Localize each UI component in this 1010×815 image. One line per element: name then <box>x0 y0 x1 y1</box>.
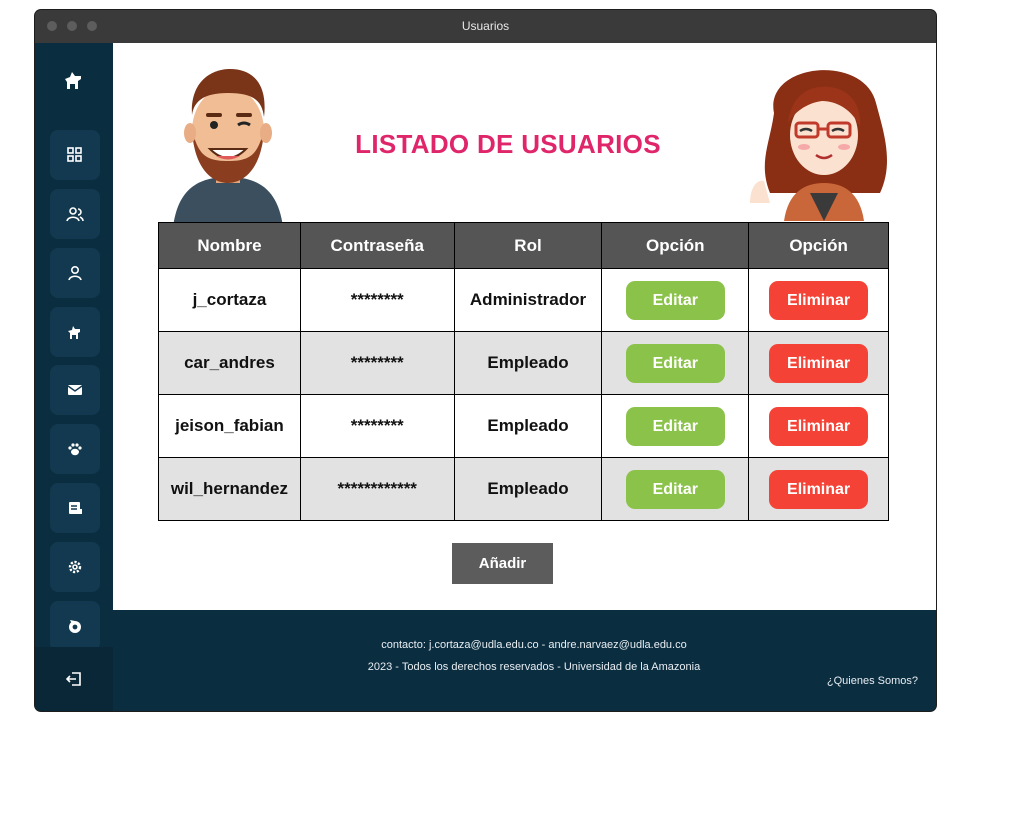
table-row: car_andres ******** Empleado Editar Elim… <box>158 331 889 395</box>
title-bar: Usuarios <box>35 10 936 43</box>
column-header-opcion-editar: Opción <box>601 222 750 269</box>
logout-button[interactable] <box>35 647 113 711</box>
settings-icon <box>68 560 82 574</box>
delete-cell: Eliminar <box>748 331 889 395</box>
edit-cell: Editar <box>601 394 750 458</box>
sidebar-item-dashboard[interactable] <box>50 130 100 180</box>
edit-button[interactable]: Editar <box>625 406 725 446</box>
column-header-contrasena: Contraseña <box>299 222 455 269</box>
sidebar-item-refresh[interactable] <box>50 601 100 651</box>
sidebar-item-pets[interactable] <box>50 307 100 357</box>
edit-button[interactable]: Editar <box>625 469 725 509</box>
sidebar-item-mail[interactable] <box>50 365 100 415</box>
sidebar-item-user[interactable] <box>50 248 100 298</box>
table-row: wil_hernandez ************ Empleado Edit… <box>158 457 889 521</box>
column-header-opcion-eliminar: Opción <box>748 222 889 269</box>
delete-cell: Eliminar <box>748 457 889 521</box>
add-user-button[interactable]: Añadir <box>452 543 553 584</box>
footer-copyright: 2023 - Todos los derechos reservados - U… <box>367 661 701 673</box>
mail-icon <box>67 385 83 395</box>
pet-dog-icon <box>68 326 80 339</box>
refresh-icon <box>69 620 81 633</box>
user-password-cell: ******** <box>299 394 455 458</box>
page-title: LISTADO DE USUARIOS <box>355 129 661 159</box>
user-role-cell: Empleado <box>453 331 603 395</box>
delete-button[interactable]: Eliminar <box>769 469 869 509</box>
user-role-cell: Empleado <box>453 457 603 521</box>
sidebar-item-reports[interactable] <box>50 483 100 533</box>
table-header-row: Nombre Contraseña Rol Opción Opción <box>158 222 889 269</box>
delete-button[interactable]: Eliminar <box>769 343 869 383</box>
main-content: LISTADO DE USUARIOS Nombre Contraseña Ro… <box>113 43 936 610</box>
users-icon <box>66 207 84 222</box>
user-name-cell: car_andres <box>158 331 301 395</box>
user-password-cell: ******** <box>299 331 455 395</box>
footer-contact: contacto: j.cortaza@udla.edu.co - andre.… <box>381 639 687 651</box>
dog-logo-icon[interactable] <box>61 67 87 93</box>
about-us-link[interactable]: ¿Quienes Somos? <box>827 675 918 687</box>
edit-cell: Editar <box>601 331 750 395</box>
edit-button[interactable]: Editar <box>625 343 725 383</box>
user-icon <box>68 265 82 281</box>
user-name-cell: wil_hernandez <box>158 457 301 521</box>
sidebar <box>35 43 113 711</box>
table-row: j_cortaza ******** Administrador Editar … <box>158 268 889 332</box>
logout-icon <box>65 672 81 686</box>
user-password-cell: ************ <box>299 457 455 521</box>
user-role-cell: Empleado <box>453 394 603 458</box>
table-row: jeison_fabian ******** Empleado Editar E… <box>158 394 889 458</box>
delete-cell: Eliminar <box>748 268 889 332</box>
edit-cell: Editar <box>601 268 750 332</box>
sidebar-item-paw[interactable] <box>50 424 100 474</box>
column-header-rol: Rol <box>453 222 603 269</box>
window-title: Usuarios <box>461 19 510 33</box>
edit-button[interactable]: Editar <box>625 280 725 320</box>
user-role-cell: Administrador <box>453 268 603 332</box>
sidebar-item-users[interactable] <box>50 189 100 239</box>
edit-cell: Editar <box>601 457 750 521</box>
app-window: Usuarios LISTADO DE USUARIOS Nombre Cont… <box>35 10 936 711</box>
paw-icon <box>68 443 82 456</box>
users-table: Nombre Contraseña Rol Opción Opción j_co… <box>158 222 889 521</box>
delete-cell: Eliminar <box>748 394 889 458</box>
delete-button[interactable]: Eliminar <box>769 406 869 446</box>
user-password-cell: ******** <box>299 268 455 332</box>
report-icon <box>69 502 82 514</box>
woman-avatar-illustration <box>750 70 888 221</box>
user-name-cell: jeison_fabian <box>158 394 301 458</box>
man-avatar-illustration <box>173 69 283 227</box>
column-header-nombre: Nombre <box>158 222 301 269</box>
user-name-cell: j_cortaza <box>158 268 301 332</box>
footer: contacto: j.cortaza@udla.edu.co - andre.… <box>113 610 936 711</box>
sidebar-item-settings[interactable] <box>50 542 100 592</box>
delete-button[interactable]: Eliminar <box>769 280 869 320</box>
dashboard-icon <box>67 147 82 162</box>
